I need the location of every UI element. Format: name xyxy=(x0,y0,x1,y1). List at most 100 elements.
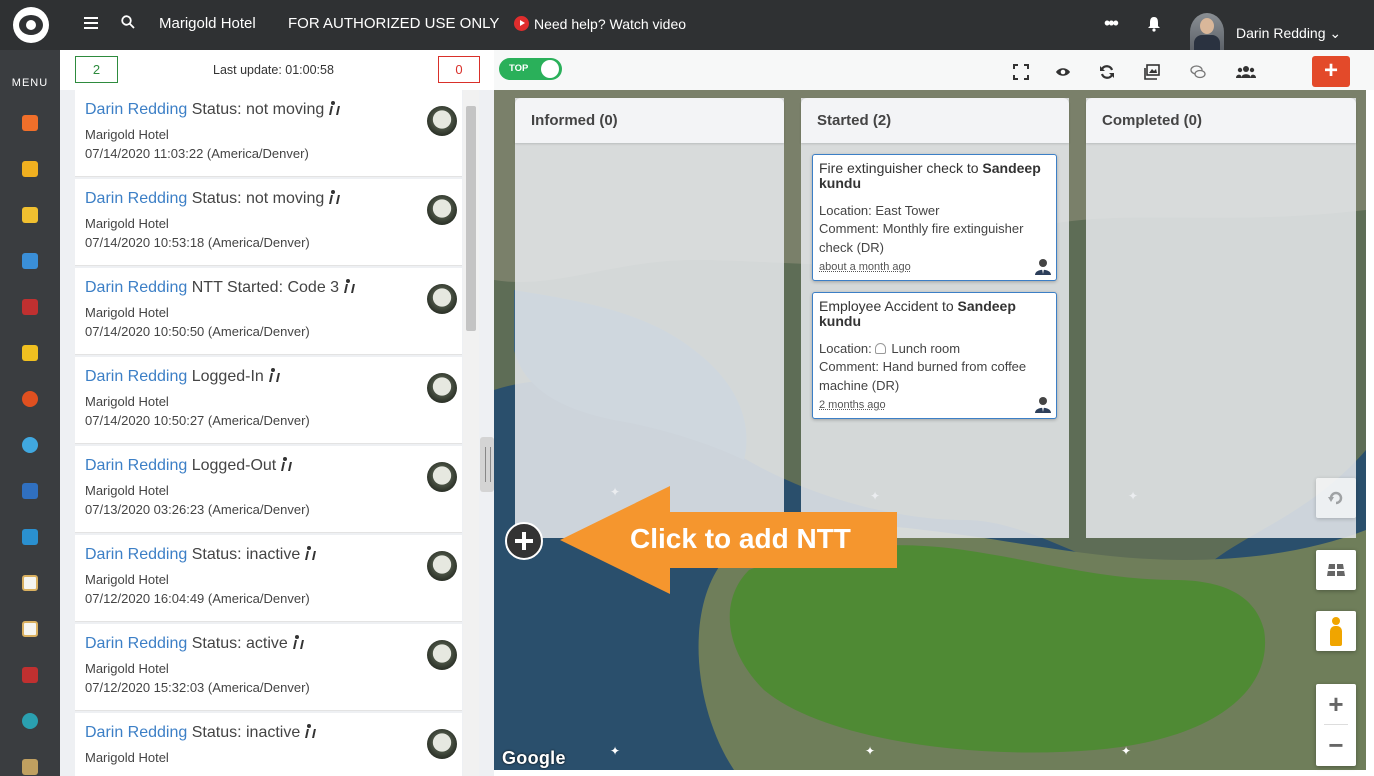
hardhat-icon[interactable] xyxy=(22,345,38,361)
feed-item-user-link[interactable]: Darin Redding xyxy=(85,546,187,563)
menu-label: MENU xyxy=(11,77,49,89)
person-icon xyxy=(875,343,887,354)
feed-item[interactable]: Darin Redding Logged-In Marigold Hotel 07/… xyxy=(75,357,462,444)
walking-icon xyxy=(268,368,278,382)
feed-item[interactable]: Darin Redding Status: active Marigold Hot… xyxy=(75,624,462,711)
feed-item[interactable]: Darin Redding Status: inactive Marigold H… xyxy=(75,713,462,776)
feed-item-user-link[interactable]: Darin Redding xyxy=(85,635,187,652)
play-video-icon[interactable] xyxy=(514,16,529,31)
feed-item-event: NTT Started: Code 3 xyxy=(191,279,340,296)
card-timestamp: 2 months ago xyxy=(819,399,886,411)
tilt-icon xyxy=(1327,564,1345,576)
feed-item[interactable]: Darin Redding Logged-Out Marigold Hotel 07… xyxy=(75,446,462,533)
feed-scrollbar-thumb[interactable] xyxy=(466,106,476,331)
feed-item[interactable]: Darin Redding Status: not moving Marigold… xyxy=(75,179,462,266)
pencil-icon[interactable] xyxy=(22,207,38,223)
toggle-knob xyxy=(541,60,559,78)
badge-icon[interactable] xyxy=(22,759,38,775)
target-icon[interactable] xyxy=(22,713,38,729)
search-icon[interactable] xyxy=(121,15,135,29)
feed-item-event: Status: not moving xyxy=(191,101,325,118)
feed-item-event: Status: inactive xyxy=(191,546,301,563)
rotate-icon xyxy=(1328,491,1343,505)
feed-item-user-link[interactable]: Darin Redding xyxy=(85,368,187,385)
feed-item-user-link[interactable]: Darin Redding xyxy=(85,724,187,741)
eye-icon[interactable] xyxy=(1055,64,1071,80)
feed-item[interactable]: Darin Redding Status: inactive Marigold H… xyxy=(75,535,462,622)
rotate-map-button[interactable] xyxy=(1316,478,1356,518)
feed-item-user-link[interactable]: Darin Redding xyxy=(85,279,187,296)
top-toggle[interactable]: TOP xyxy=(499,58,562,80)
book-icon[interactable] xyxy=(22,253,38,269)
panel-resize-handle[interactable] xyxy=(480,437,494,492)
walking-icon xyxy=(292,635,302,649)
walking-icon xyxy=(343,279,353,293)
more-options-icon[interactable]: ••• xyxy=(1104,13,1119,34)
walking-icon xyxy=(280,457,290,471)
home-icon[interactable] xyxy=(22,115,38,131)
feed-item-time: 07/12/2020 15:32:03 (America/Denver) xyxy=(85,680,310,695)
assignee-avatar-icon[interactable] xyxy=(1034,257,1052,275)
fullscreen-icon[interactable] xyxy=(1013,64,1029,80)
shield-icon[interactable] xyxy=(22,161,38,177)
chat-icon[interactable] xyxy=(1190,64,1206,80)
zoom-out-button[interactable]: − xyxy=(1316,730,1356,761)
guard-alt-icon[interactable] xyxy=(22,667,38,683)
street-view-pegman[interactable] xyxy=(1316,611,1356,651)
hamburger-menu-icon[interactable] xyxy=(84,17,98,31)
feed-item-event: Status: inactive xyxy=(191,724,301,741)
feed-item-title: Darin Redding Status: inactive xyxy=(85,546,314,564)
map-type-button[interactable] xyxy=(1316,550,1356,590)
clipboard-icon[interactable] xyxy=(22,575,38,591)
refresh-icon[interactable] xyxy=(1099,64,1115,80)
feed-item-time: 07/14/2020 10:50:27 (America/Denver) xyxy=(85,413,310,428)
device-thumbnail[interactable] xyxy=(427,462,457,492)
ntt-card[interactable]: Fire extinguisher check to Sandeep kundu… xyxy=(812,154,1057,281)
card-location: Location: East Tower xyxy=(819,203,940,218)
walking-icon xyxy=(304,724,314,738)
bell-icon[interactable] xyxy=(1147,16,1161,32)
feed-item-user-link[interactable]: Darin Redding xyxy=(85,457,187,474)
device-thumbnail[interactable] xyxy=(427,640,457,670)
walking-icon xyxy=(304,546,314,560)
feed-item-event: Status: not moving xyxy=(191,190,325,207)
walking-icon xyxy=(328,101,338,115)
last-update-label: Last update: 01:00:58 xyxy=(213,63,334,77)
user-avatar[interactable] xyxy=(1190,13,1224,51)
feed-item-location: Marigold Hotel xyxy=(85,572,169,587)
feed-item[interactable]: Darin Redding Status: not moving Marigold… xyxy=(75,90,462,177)
assignee-avatar-icon[interactable] xyxy=(1034,395,1052,413)
device-thumbnail[interactable] xyxy=(427,106,457,136)
help-video-link[interactable]: Need help? Watch video xyxy=(534,16,686,32)
active-count-badge[interactable]: 2 xyxy=(75,56,118,83)
eye-logo-icon[interactable] xyxy=(13,7,49,43)
gallery-icon[interactable] xyxy=(1144,64,1160,80)
clipboard-alt-icon[interactable] xyxy=(22,621,38,637)
feed-item-title: Darin Redding Status: active xyxy=(85,635,302,653)
feed-item[interactable]: Darin Redding NTT Started: Code 3 Marigol… xyxy=(75,268,462,355)
feed-item-user-link[interactable]: Darin Redding xyxy=(85,101,187,118)
atom-icon[interactable] xyxy=(22,437,38,453)
alert-count-badge[interactable]: 0 xyxy=(438,56,480,83)
device-thumbnail[interactable] xyxy=(427,729,457,759)
map-sparkle: ✦ xyxy=(610,744,621,758)
lifebuoy-icon[interactable] xyxy=(22,391,38,407)
globe-icon[interactable] xyxy=(22,529,38,545)
device-thumbnail[interactable] xyxy=(427,551,457,581)
guard-icon[interactable] xyxy=(22,299,38,315)
zoom-in-button[interactable]: + xyxy=(1316,689,1356,720)
card-title: Fire extinguisher check to Sandeep kundu xyxy=(819,160,1041,191)
team-icon[interactable] xyxy=(1236,64,1256,80)
zoom-divider xyxy=(1324,724,1348,725)
add-button[interactable]: + xyxy=(1312,56,1350,87)
device-thumbnail[interactable] xyxy=(427,195,457,225)
feed-item-user-link[interactable]: Darin Redding xyxy=(85,190,187,207)
feed-item-title: Darin Redding NTT Started: Code 3 xyxy=(85,279,353,297)
person-icon[interactable] xyxy=(22,483,38,499)
device-thumbnail[interactable] xyxy=(427,284,457,314)
device-thumbnail[interactable] xyxy=(427,373,457,403)
user-menu-dropdown[interactable]: Darin Redding ⌄ xyxy=(1236,25,1341,42)
hotel-name[interactable]: Marigold Hotel xyxy=(159,15,256,32)
ntt-card[interactable]: Employee Accident to Sandeep kundu Locat… xyxy=(812,292,1057,419)
add-ntt-button[interactable] xyxy=(505,522,543,560)
